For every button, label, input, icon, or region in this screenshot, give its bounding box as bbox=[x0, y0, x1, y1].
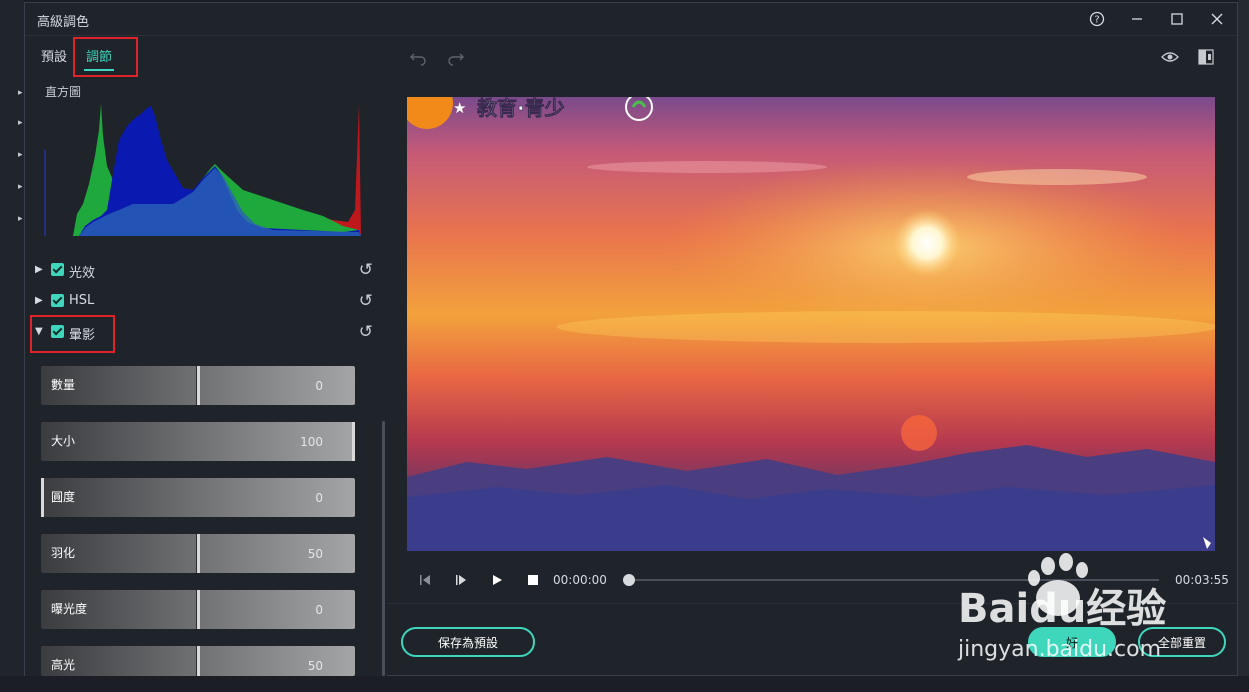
undo-icon[interactable] bbox=[407, 46, 429, 68]
redo-icon[interactable] bbox=[445, 46, 467, 68]
slider-thumb[interactable] bbox=[197, 646, 200, 676]
panel-scrollbar[interactable] bbox=[382, 421, 385, 676]
histogram bbox=[44, 104, 361, 236]
reset-icon[interactable]: ↺ bbox=[359, 322, 373, 342]
histogram-label: 直方圖 bbox=[45, 85, 82, 99]
preview-toolbar bbox=[387, 36, 1239, 78]
slider-thumb[interactable] bbox=[197, 366, 200, 405]
slider-label: 大小 bbox=[51, 434, 76, 448]
slider-size[interactable]: 大小 100 bbox=[41, 422, 355, 461]
current-time: 00:00:00 bbox=[553, 573, 607, 587]
title-bar: 高級調色 ? bbox=[25, 3, 1237, 36]
slider-label: 圓度 bbox=[51, 490, 76, 504]
previous-frame-icon[interactable] bbox=[415, 569, 435, 591]
slider-thumb[interactable] bbox=[41, 478, 44, 517]
help-icon[interactable]: ? bbox=[1085, 7, 1109, 31]
expand-arrow-icon[interactable]: ▶ bbox=[35, 295, 43, 306]
background-app-right-strip bbox=[1238, 0, 1249, 692]
highlight-box-adjust-tab bbox=[73, 37, 138, 77]
maximize-icon[interactable] bbox=[1165, 7, 1189, 31]
svg-text:?: ? bbox=[1094, 15, 1099, 26]
baidu-watermark: Baidu经验 jingyan.baidu.com bbox=[952, 552, 1232, 662]
collapsed-arrow-icon: ▸ bbox=[18, 88, 23, 98]
dialog-title: 高級調色 bbox=[37, 15, 90, 30]
slider-value: 50 bbox=[307, 547, 323, 561]
video-preview[interactable]: ★ 教育·青少 bbox=[407, 97, 1215, 551]
reset-icon[interactable]: ↺ bbox=[359, 291, 373, 311]
next-frame-icon[interactable] bbox=[451, 569, 471, 591]
section-light-effects[interactable]: ▶ 光效 ↺ bbox=[33, 258, 373, 284]
slider-roundness[interactable]: 圓度 0 bbox=[41, 478, 355, 517]
collapsed-arrow-icon: ▸ bbox=[18, 182, 23, 192]
slider-thumb[interactable] bbox=[197, 534, 200, 573]
collapsed-arrow-icon: ▸ bbox=[18, 214, 23, 224]
section-hsl[interactable]: ▶ HSL ↺ bbox=[33, 289, 373, 315]
stop-icon[interactable] bbox=[523, 569, 543, 591]
save-preset-button[interactable]: 保存為預設 bbox=[401, 627, 535, 657]
collapsed-arrow-icon: ▸ bbox=[18, 118, 23, 128]
slider-value: 0 bbox=[315, 491, 323, 505]
play-icon[interactable] bbox=[487, 569, 507, 591]
tab-presets[interactable]: 預設 bbox=[41, 46, 67, 65]
slider-label: 羽化 bbox=[51, 546, 76, 560]
background-app-left-strip: ▸ ▸ ▸ ▸ ▸ bbox=[0, 0, 24, 692]
eye-icon[interactable] bbox=[1159, 46, 1181, 68]
slider-exposure[interactable]: 曝光度 0 bbox=[41, 590, 355, 629]
slider-label: 高光 bbox=[51, 658, 76, 672]
compare-view-icon[interactable] bbox=[1195, 46, 1217, 68]
close-icon[interactable] bbox=[1205, 7, 1229, 31]
highlight-box-vignette bbox=[30, 315, 115, 353]
reset-icon[interactable]: ↺ bbox=[359, 260, 373, 280]
expand-arrow-icon[interactable]: ▶ bbox=[35, 264, 43, 275]
channel-logo-text: 教育·青少 bbox=[477, 97, 565, 120]
section-label: HSL bbox=[69, 293, 95, 308]
background-app-bottom-strip bbox=[0, 676, 1249, 692]
adjust-panel: 預設 調節 直方圖 ▶ 光效 ↺ ▶ HSL ↺ ▼ 暈影 ↺ 數量 0 大小 … bbox=[25, 36, 387, 676]
slider-thumb[interactable] bbox=[197, 590, 200, 629]
section-checkbox[interactable] bbox=[51, 263, 64, 276]
slider-label: 曝光度 bbox=[51, 602, 88, 616]
slider-value: 50 bbox=[307, 659, 323, 673]
slider-value: 0 bbox=[315, 379, 323, 393]
slider-value: 0 bbox=[315, 603, 323, 617]
slider-feather[interactable]: 羽化 50 bbox=[41, 534, 355, 573]
slider-amount[interactable]: 數量 0 bbox=[41, 366, 355, 405]
slider-highlights[interactable]: 高光 50 bbox=[41, 646, 355, 676]
slider-thumb[interactable] bbox=[352, 422, 355, 461]
section-label: 光效 bbox=[69, 266, 96, 281]
slider-value: 100 bbox=[300, 435, 323, 449]
watermark-brand: Baidu经验 bbox=[958, 586, 1166, 632]
minimize-icon[interactable] bbox=[1125, 7, 1149, 31]
svg-text:★: ★ bbox=[453, 99, 466, 117]
slider-label: 數量 bbox=[51, 378, 76, 392]
progress-handle[interactable] bbox=[623, 574, 635, 586]
collapsed-arrow-icon: ▸ bbox=[18, 150, 23, 160]
section-checkbox[interactable] bbox=[51, 294, 64, 307]
watermark-url: jingyan.baidu.com bbox=[957, 637, 1161, 662]
